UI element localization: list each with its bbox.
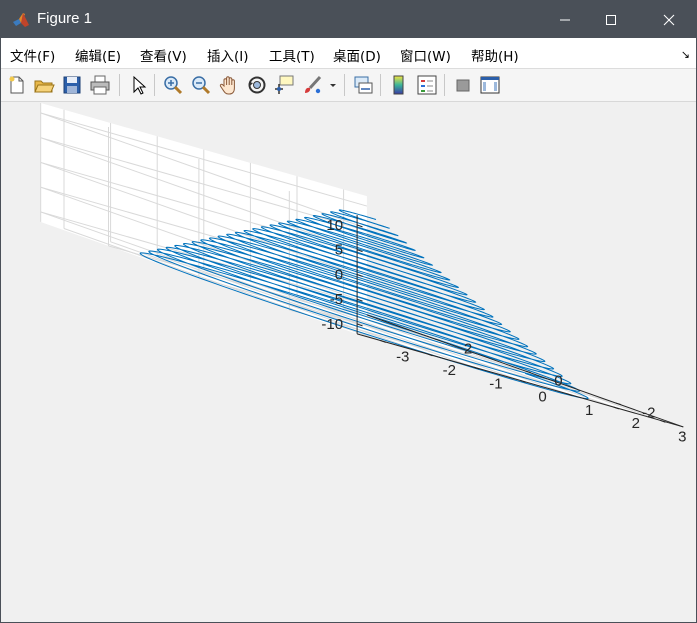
hide-plot-tools-icon bbox=[456, 79, 470, 92]
pan-button[interactable] bbox=[218, 74, 240, 96]
dock-arrow-icon[interactable]: ↘ bbox=[681, 48, 690, 61]
pan-hand-icon bbox=[219, 76, 235, 95]
y-tick-label: -2 bbox=[642, 405, 655, 422]
menu-desktop[interactable]: 桌面(D) bbox=[333, 45, 381, 65]
data-cursor-icon bbox=[275, 75, 294, 94]
show-plot-tools-button[interactable] bbox=[479, 74, 501, 96]
menu-file[interactable]: 文件(F) bbox=[10, 45, 55, 65]
menu-view[interactable]: 查看(V) bbox=[140, 45, 187, 65]
toolbar bbox=[1, 69, 696, 102]
hide-plot-tools-button[interactable] bbox=[452, 74, 474, 96]
x-tick-label: -3 bbox=[396, 349, 409, 366]
edit-plot-button[interactable] bbox=[127, 74, 149, 96]
open-file-icon bbox=[34, 80, 55, 93]
open-file-button[interactable] bbox=[33, 74, 55, 96]
rotate-3d-icon bbox=[248, 76, 266, 94]
figure-window: Figure 1 文件(F) 编辑(E) 查看(V) 插入(I) 工具(T) 桌… bbox=[0, 0, 697, 623]
window-title: Figure 1 bbox=[37, 10, 93, 27]
toolbar-separator bbox=[154, 74, 155, 96]
rotate-3d-button[interactable] bbox=[246, 74, 268, 96]
plot-area[interactable]: -3-2-10123-202-10-50510 bbox=[1, 102, 696, 622]
save-button[interactable] bbox=[61, 74, 83, 96]
minimize-button[interactable] bbox=[542, 1, 588, 38]
link-plot-icon bbox=[354, 76, 373, 94]
x-tick-label: 0 bbox=[538, 389, 546, 406]
brush-dropdown-icon bbox=[330, 84, 336, 87]
toolbar-separator bbox=[119, 74, 120, 96]
menu-edit[interactable]: 编辑(E) bbox=[75, 45, 121, 65]
menu-help[interactable]: 帮助(H) bbox=[471, 45, 519, 65]
menu-insert[interactable]: 插入(I) bbox=[207, 45, 249, 65]
legend-icon bbox=[417, 75, 437, 95]
zoom-out-button[interactable] bbox=[190, 74, 212, 96]
close-button[interactable] bbox=[646, 1, 692, 38]
x-tick-label: -1 bbox=[489, 375, 502, 392]
z-tick-label: 10 bbox=[326, 217, 343, 234]
title-bar[interactable]: Figure 1 bbox=[1, 1, 696, 38]
toolbar-separator bbox=[344, 74, 345, 96]
save-icon bbox=[63, 76, 81, 94]
z-tick-label: 5 bbox=[335, 242, 343, 259]
zoom-out-icon bbox=[192, 76, 211, 95]
zoom-in-button[interactable] bbox=[162, 74, 184, 96]
new-figure-button[interactable] bbox=[6, 74, 28, 96]
brush-dropdown[interactable] bbox=[328, 74, 338, 96]
y-tick-label: 2 bbox=[464, 341, 472, 358]
x-tick-label: -2 bbox=[443, 362, 456, 379]
toolbar-separator bbox=[380, 74, 381, 96]
toolbar-separator bbox=[444, 74, 445, 96]
z-tick-label: -5 bbox=[330, 291, 343, 308]
new-figure-icon bbox=[9, 76, 24, 94]
maximize-icon bbox=[606, 14, 616, 25]
edit-plot-arrow-icon bbox=[133, 75, 147, 95]
menu-bar: 文件(F) 编辑(E) 查看(V) 插入(I) 工具(T) 桌面(D) 窗口(W… bbox=[1, 38, 696, 69]
menu-tools[interactable]: 工具(T) bbox=[269, 45, 315, 65]
close-icon bbox=[663, 14, 675, 25]
minimize-icon bbox=[560, 19, 570, 20]
menu-window[interactable]: 窗口(W) bbox=[400, 45, 451, 65]
legend-button[interactable] bbox=[416, 74, 438, 96]
y-tick-label: 0 bbox=[554, 373, 562, 390]
maximize-button[interactable] bbox=[588, 1, 634, 38]
z-tick-label: -10 bbox=[321, 316, 343, 333]
zoom-in-icon bbox=[164, 76, 183, 95]
show-plot-tools-icon bbox=[480, 76, 500, 94]
data-cursor-button[interactable] bbox=[274, 74, 296, 96]
x-tick-label: 2 bbox=[632, 415, 640, 432]
colorbar-button[interactable] bbox=[388, 74, 410, 96]
brush-icon bbox=[305, 75, 322, 94]
matlab-logo-icon bbox=[13, 13, 29, 27]
print-icon bbox=[90, 75, 110, 95]
x-tick-label: 3 bbox=[678, 429, 686, 446]
x-tick-label: 1 bbox=[585, 402, 593, 419]
colorbar-icon bbox=[393, 75, 404, 95]
print-button[interactable] bbox=[89, 74, 111, 96]
brush-button[interactable] bbox=[302, 74, 324, 96]
link-plot-button[interactable] bbox=[352, 74, 374, 96]
z-tick-label: 0 bbox=[335, 266, 343, 283]
